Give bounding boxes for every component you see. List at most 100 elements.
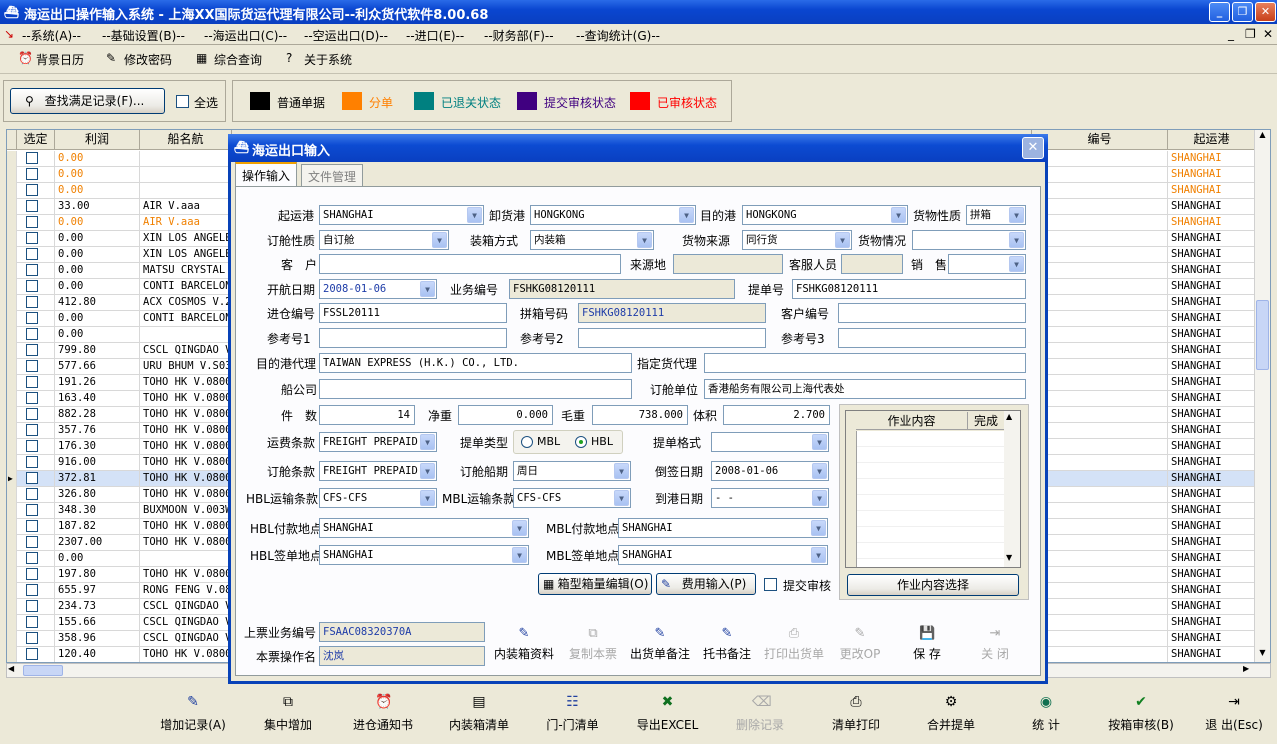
booking-sailing-select[interactable]: 周日 ▼ [513,461,631,481]
row-select-checkbox[interactable] [26,360,38,372]
cs-staff-field[interactable] [841,254,903,274]
packing-select[interactable]: 内装箱 ▼ [530,230,654,250]
delete-record-button[interactable]: ⌫ 删除记录 [730,694,790,733]
chevron-down-icon[interactable]: ▼ [432,232,447,248]
menu-system[interactable]: --系统(A)-- [22,27,81,44]
net-weight-field[interactable]: 0.000 [458,405,553,425]
row-select-cell[interactable] [17,439,55,455]
chevron-down-icon[interactable]: ▼ [512,547,527,563]
row-select-checkbox[interactable] [26,488,38,500]
scroll-down-icon[interactable]: ▼ [1256,648,1269,662]
warehouse-no-field[interactable]: FSSL20111 [319,303,507,323]
col-header-select[interactable]: 选定 [17,130,55,150]
prev-business-no-field[interactable]: FSAAC08320370A [319,622,485,642]
merge-bl-button[interactable]: ⚙ 合并提单 [921,694,981,733]
hbl-issue-place-select[interactable]: SHANGHAI ▼ [319,545,529,565]
chevron-down-icon[interactable]: ▼ [637,232,652,248]
shipping-note-button[interactable]: ✎ 出货单备注 [625,626,695,662]
row-select-cell[interactable] [17,647,55,662]
row-select-checkbox[interactable] [26,472,38,484]
carrier-field[interactable] [319,379,632,399]
customer-field[interactable] [319,254,621,274]
menu-import[interactable]: --进口(E)-- [406,27,464,44]
mdi-restore-icon[interactable]: ❐ [1245,27,1256,41]
row-select-cell[interactable] [17,535,55,551]
mdi-minimize-icon[interactable]: _ [1228,27,1234,41]
row-select-checkbox[interactable] [26,168,38,180]
business-no-field[interactable]: FSHKG08120111 [509,279,735,299]
row-select-cell[interactable] [17,471,55,487]
row-select-checkbox[interactable] [26,424,38,436]
tab-file-management[interactable]: 文件管理 [301,164,364,186]
chevron-down-icon[interactable]: ▼ [420,490,435,506]
calendar-button[interactable]: ⏰ 背景日历 [18,51,84,68]
chevron-down-icon[interactable]: ▼ [1009,256,1024,272]
chevron-down-icon[interactable]: ▼ [679,207,694,223]
freight-terms-select[interactable]: FREIGHT PREPAID ▼ [319,432,437,452]
menu-sea-export[interactable]: --海运出口(C)-- [204,27,287,44]
row-select-cell[interactable] [17,263,55,279]
row-select-checkbox[interactable] [26,504,38,516]
menu-air-export[interactable]: --空运出口(D)-- [304,27,388,44]
scroll-thumb[interactable] [1256,300,1269,370]
hbl-radio[interactable] [575,436,587,448]
ref2-field[interactable] [578,328,766,348]
row-select-checkbox[interactable] [26,648,38,660]
row-select-checkbox[interactable] [26,296,38,308]
backdate-select[interactable]: 2008-01-06 ▼ [711,461,829,481]
dialog-close-button[interactable]: ✕ [1022,137,1044,159]
row-select-cell[interactable] [17,199,55,215]
work-content-select-button[interactable]: 作业内容选择 [847,574,1019,596]
print-shipping-button[interactable]: ⎙ 打印出货单 [759,626,829,662]
box-review-button[interactable]: ✔ 按箱审核(B) [1103,694,1179,733]
row-select-cell[interactable] [17,567,55,583]
dest-agent-field[interactable]: TAIWAN EXPRESS (H.K.) CO., LTD. [319,353,632,373]
maximize-button[interactable]: ❐ [1232,2,1253,22]
chevron-down-icon[interactable]: ▼ [614,490,629,506]
row-select-checkbox[interactable] [26,440,38,452]
row-select-cell[interactable] [17,455,55,471]
list-print-button[interactable]: ⎙ 清单打印 [826,694,886,733]
row-select-cell[interactable] [17,583,55,599]
row-select-cell[interactable] [17,359,55,375]
chevron-down-icon[interactable]: ▼ [420,434,435,450]
scroll-left-icon[interactable]: ◀ [8,664,14,673]
mdi-close-icon[interactable]: ✕ [1263,27,1273,41]
row-select-cell[interactable] [17,215,55,231]
row-select-checkbox[interactable] [26,232,38,244]
row-select-cell[interactable] [17,423,55,439]
grid-vscroll[interactable]: ▲ ▼ [1254,130,1270,662]
change-password-button[interactable]: ✎ 修改密码 [106,51,172,68]
bl-format-select[interactable]: ▼ [711,432,829,452]
door-to-door-button[interactable]: ☷ 门-门清单 [540,694,605,733]
row-select-checkbox[interactable] [26,536,38,548]
chevron-down-icon[interactable]: ▼ [891,207,906,223]
row-select-cell[interactable] [17,391,55,407]
submit-review-checkbox[interactable] [764,578,777,591]
row-select-checkbox[interactable] [26,312,38,324]
row-select-cell[interactable] [17,599,55,615]
chevron-down-icon[interactable]: ▼ [812,434,827,450]
work-vscroll[interactable]: ▲ ▼ [1004,411,1020,567]
mbl-issue-place-select[interactable]: SHANGHAI ▼ [618,545,828,565]
row-select-cell[interactable] [17,311,55,327]
row-select-checkbox[interactable] [26,584,38,596]
warehouse-notice-button[interactable]: ⏰ 进仓通知书 [348,694,418,733]
row-select-checkbox[interactable] [26,600,38,612]
row-select-checkbox[interactable] [26,248,38,260]
row-select-cell[interactable] [17,151,55,167]
find-records-button[interactable]: ⚲ 查找满足记录(F)... [10,88,165,114]
row-select-cell[interactable] [17,407,55,423]
close-button[interactable]: ✕ [1255,2,1276,22]
row-select-cell[interactable] [17,631,55,647]
packing-list-button[interactable]: ▤ 内装箱清单 [444,694,514,733]
copy-ticket-button[interactable]: ⧉ 复制本票 [563,626,623,662]
dest-port-select[interactable]: HONGKONG ▼ [742,205,908,225]
change-op-button[interactable]: ✎ 更改OP [833,626,887,662]
volume-field[interactable]: 2.700 [723,405,830,425]
row-select-checkbox[interactable] [26,216,38,228]
hbl-pay-place-select[interactable]: SHANGHAI ▼ [319,518,529,538]
sales-select[interactable]: ▼ [948,254,1026,274]
select-all-checkbox[interactable] [176,95,189,108]
about-button[interactable]: ? 关于系统 [286,51,352,68]
